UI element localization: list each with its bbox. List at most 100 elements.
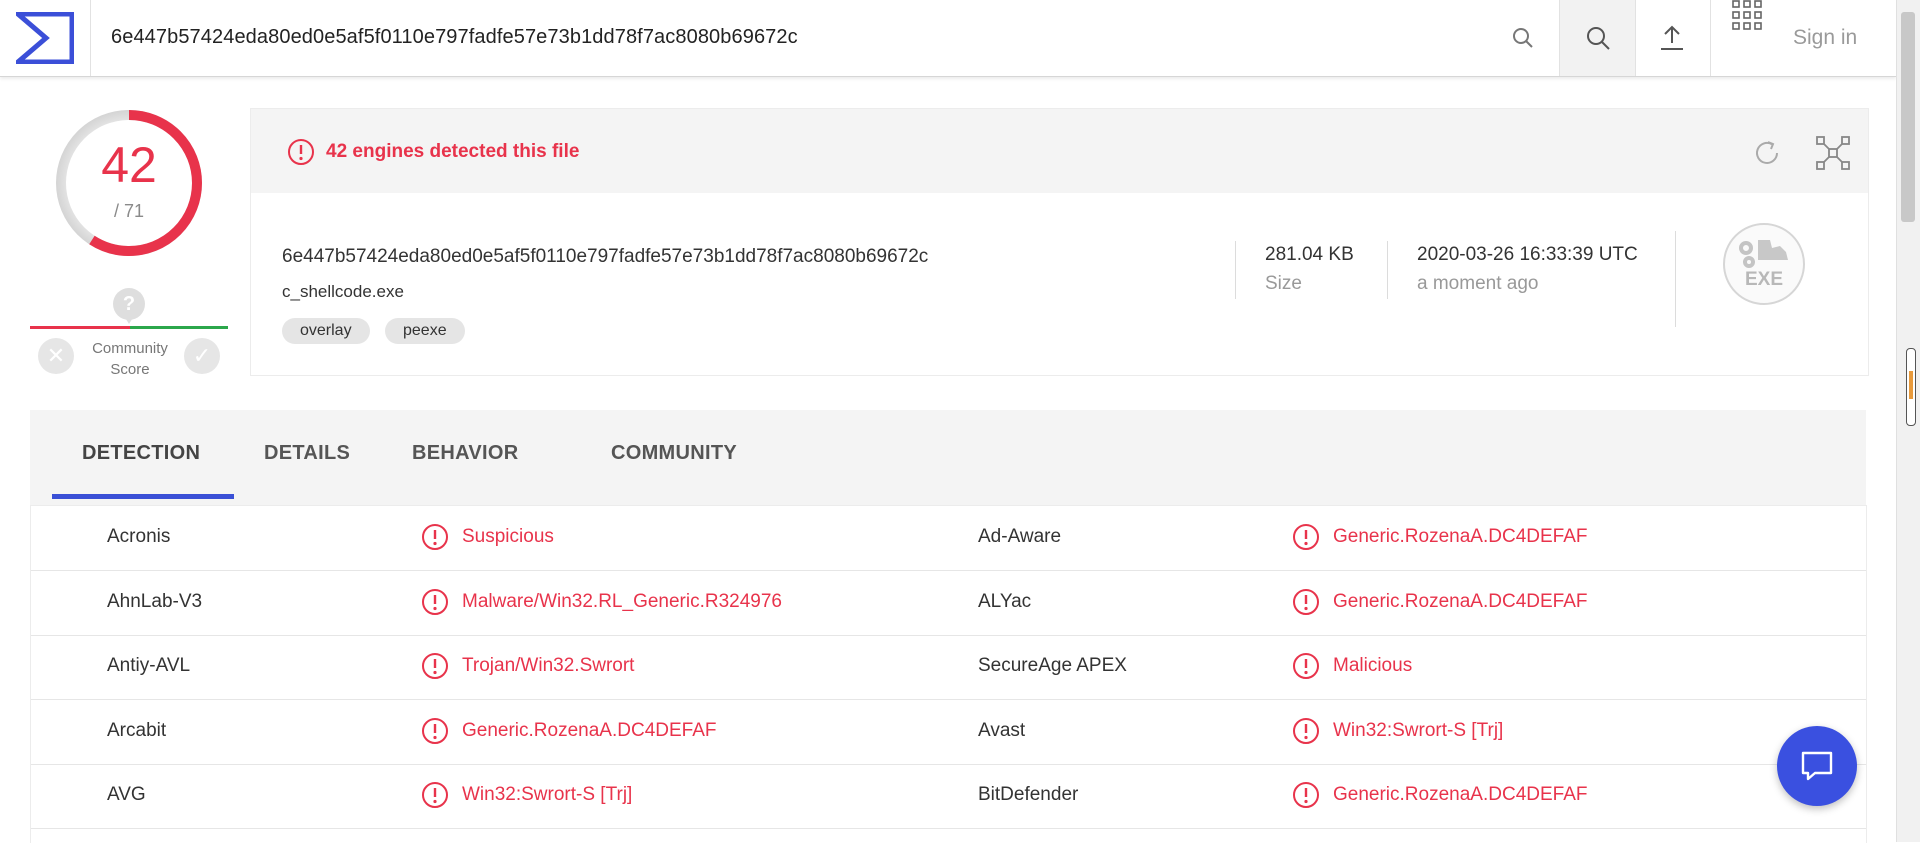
engine-name: AhnLab-V3 (107, 590, 203, 612)
detection-result: Win32:Swrort-S [Trj] (462, 784, 633, 805)
report-tabs: DETECTION DETAILS BEHAVIOR COMMUNITY (30, 410, 1866, 505)
search-button[interactable] (1559, 0, 1636, 76)
exe-file-type-icon: EXE (1723, 223, 1805, 305)
file-size-value: 281.04 KB (1265, 244, 1354, 265)
alert-circle-icon (421, 652, 449, 685)
detection-alert-header: 42 engines detected this file (251, 109, 1868, 193)
scroll-position-marker (1906, 348, 1916, 426)
detection-result: Malware/Win32.RL_Generic.R324976 (462, 590, 782, 612)
table-row: AhnLab-V3 Malware/Win32.RL_Generic.R32497… (31, 571, 1866, 636)
search-icon (1586, 27, 1610, 50)
table-row: Antiy-AVL Trojan/Win32.Swrort SecureAge AP… (31, 635, 1866, 700)
analysis-date-value: 2020-03-26 16:33:39 UTC (1417, 244, 1638, 265)
alert-circle-icon (421, 523, 449, 556)
engines-total: / 71 (113, 201, 145, 221)
vertical-scrollbar[interactable] (1896, 0, 1920, 842)
detection-result: Suspicious (462, 526, 554, 547)
community-score-label: Community Score (92, 340, 168, 378)
file-name: c_shellcode.exe (282, 282, 404, 301)
tag-peexe[interactable]: peexe (385, 318, 465, 344)
alert-circle-icon (422, 782, 448, 808)
alert-circle-icon (422, 717, 448, 744)
sign-in-link[interactable]: Sign in (1793, 26, 1857, 50)
detection-result: Generic.RozenaA.DC4DEFAF (1333, 526, 1588, 547)
detection-result: Trojan/Win32.Swrort (462, 655, 635, 676)
engine-name: Avast (978, 719, 1026, 741)
alert-circle-icon (1293, 524, 1319, 550)
apps-button[interactable] (1732, 0, 1762, 30)
alert-circle-icon (422, 653, 448, 679)
upload-icon (1661, 25, 1683, 50)
engine-name: Acronis (107, 526, 171, 547)
detection-alert-text: 42 engines detected this file (326, 141, 580, 162)
alert-circle-icon (1293, 717, 1319, 744)
table-row: Acronis Suspicious Ad-Aware Generic.RozenaA… (31, 506, 1866, 571)
engine-name: Arcabit (107, 719, 167, 741)
tab-detection[interactable]: DETECTION (82, 442, 200, 465)
search-input[interactable]: 6e447b57424eda80ed0e5af5f0110e797fadfe57… (111, 26, 798, 49)
file-size-label: Size (1265, 273, 1302, 294)
reload-icon[interactable] (1751, 137, 1783, 169)
detection-table: Acronis Suspicious Ad-Aware Generic.RozenaA… (30, 505, 1867, 843)
graph-icon[interactable] (1815, 135, 1851, 171)
divider (1235, 241, 1236, 299)
alert-circle-icon (1293, 782, 1319, 808)
alert-circle-icon (422, 524, 448, 550)
logo-link[interactable] (0, 0, 91, 76)
tab-details[interactable]: DETAILS (264, 442, 350, 465)
divider (1387, 241, 1388, 299)
alert-circle-icon (1292, 588, 1320, 621)
engine-name: Antiy-AVL (107, 655, 191, 676)
detection-result: Generic.RozenaA.DC4DEFAF (462, 719, 717, 741)
community-score: ? ✕ Community Score ✓ (30, 288, 230, 378)
check-icon: ✓ (192, 343, 212, 368)
detection-count: 42 (101, 137, 157, 193)
table-row: AVG Win32:Swrort-S [Trj] BitDefender Generi… (31, 764, 1866, 829)
alert-circle-icon (1292, 523, 1320, 556)
table-row: Arcabit Generic.RozenaA.DC4DEFAF Avast Win3… (31, 700, 1866, 765)
close-icon: ✕ (46, 343, 66, 368)
search-clear-button[interactable] (1500, 0, 1546, 76)
alert-circle-icon (1293, 653, 1319, 679)
vote-harmless-button[interactable]: ✓ (184, 338, 220, 374)
engine-name: AVG (107, 784, 146, 805)
tag-overlay[interactable]: overlay (282, 318, 370, 344)
virustotal-logo-icon (16, 12, 74, 64)
detection-result: Malicious (1333, 655, 1413, 676)
vote-harmful-button[interactable]: ✕ (38, 338, 74, 374)
tab-behavior[interactable]: BEHAVIOR (412, 442, 518, 465)
alert-circle-icon (421, 588, 449, 621)
community-positive-bar (130, 326, 228, 329)
engine-name: BitDefender (978, 784, 1079, 805)
detection-result: Generic.RozenaA.DC4DEFAF (1333, 590, 1588, 612)
active-tab-indicator (52, 494, 234, 499)
alert-circle-icon (1293, 588, 1319, 615)
search-icon (1513, 28, 1533, 48)
engine-name: SecureAge APEX (978, 655, 1127, 676)
divider (1675, 231, 1676, 327)
top-bar: 6e447b57424eda80ed0e5af5f0110e797fadfe57… (0, 0, 1896, 77)
alert-circle-icon (288, 139, 314, 165)
community-unknown-badge: ? (113, 288, 145, 324)
file-hash[interactable]: 6e447b57424eda80ed0e5af5f0110e797fadfe57… (282, 246, 928, 268)
svg-text:EXE: EXE (1745, 269, 1783, 290)
tab-community[interactable]: COMMUNITY (611, 442, 737, 465)
upload-button[interactable] (1634, 0, 1711, 76)
engine-name: Ad-Aware (978, 526, 1062, 547)
scrollbar-thumb[interactable] (1901, 12, 1915, 222)
alert-circle-icon (1292, 781, 1320, 814)
engine-name: ALYac (978, 590, 1032, 612)
analysis-date-relative: a moment ago (1417, 273, 1539, 294)
apps-grid-icon (1732, 0, 1762, 30)
detection-result: Generic.RozenaA.DC4DEFAF (1333, 784, 1588, 805)
chat-icon (1801, 751, 1833, 781)
alert-circle-icon (421, 781, 449, 814)
alert-circle-icon (421, 717, 449, 750)
community-negative-bar (30, 326, 130, 329)
alert-circle-icon (1292, 652, 1320, 685)
detection-result: Win32:Swrort-S [Trj] (1333, 719, 1504, 741)
alert-circle-icon (422, 588, 448, 615)
alert-circle-icon (1292, 717, 1320, 750)
file-summary-card: 42 engines detected this file 6e447b5742… (250, 108, 1869, 376)
chat-button[interactable] (1777, 726, 1857, 806)
